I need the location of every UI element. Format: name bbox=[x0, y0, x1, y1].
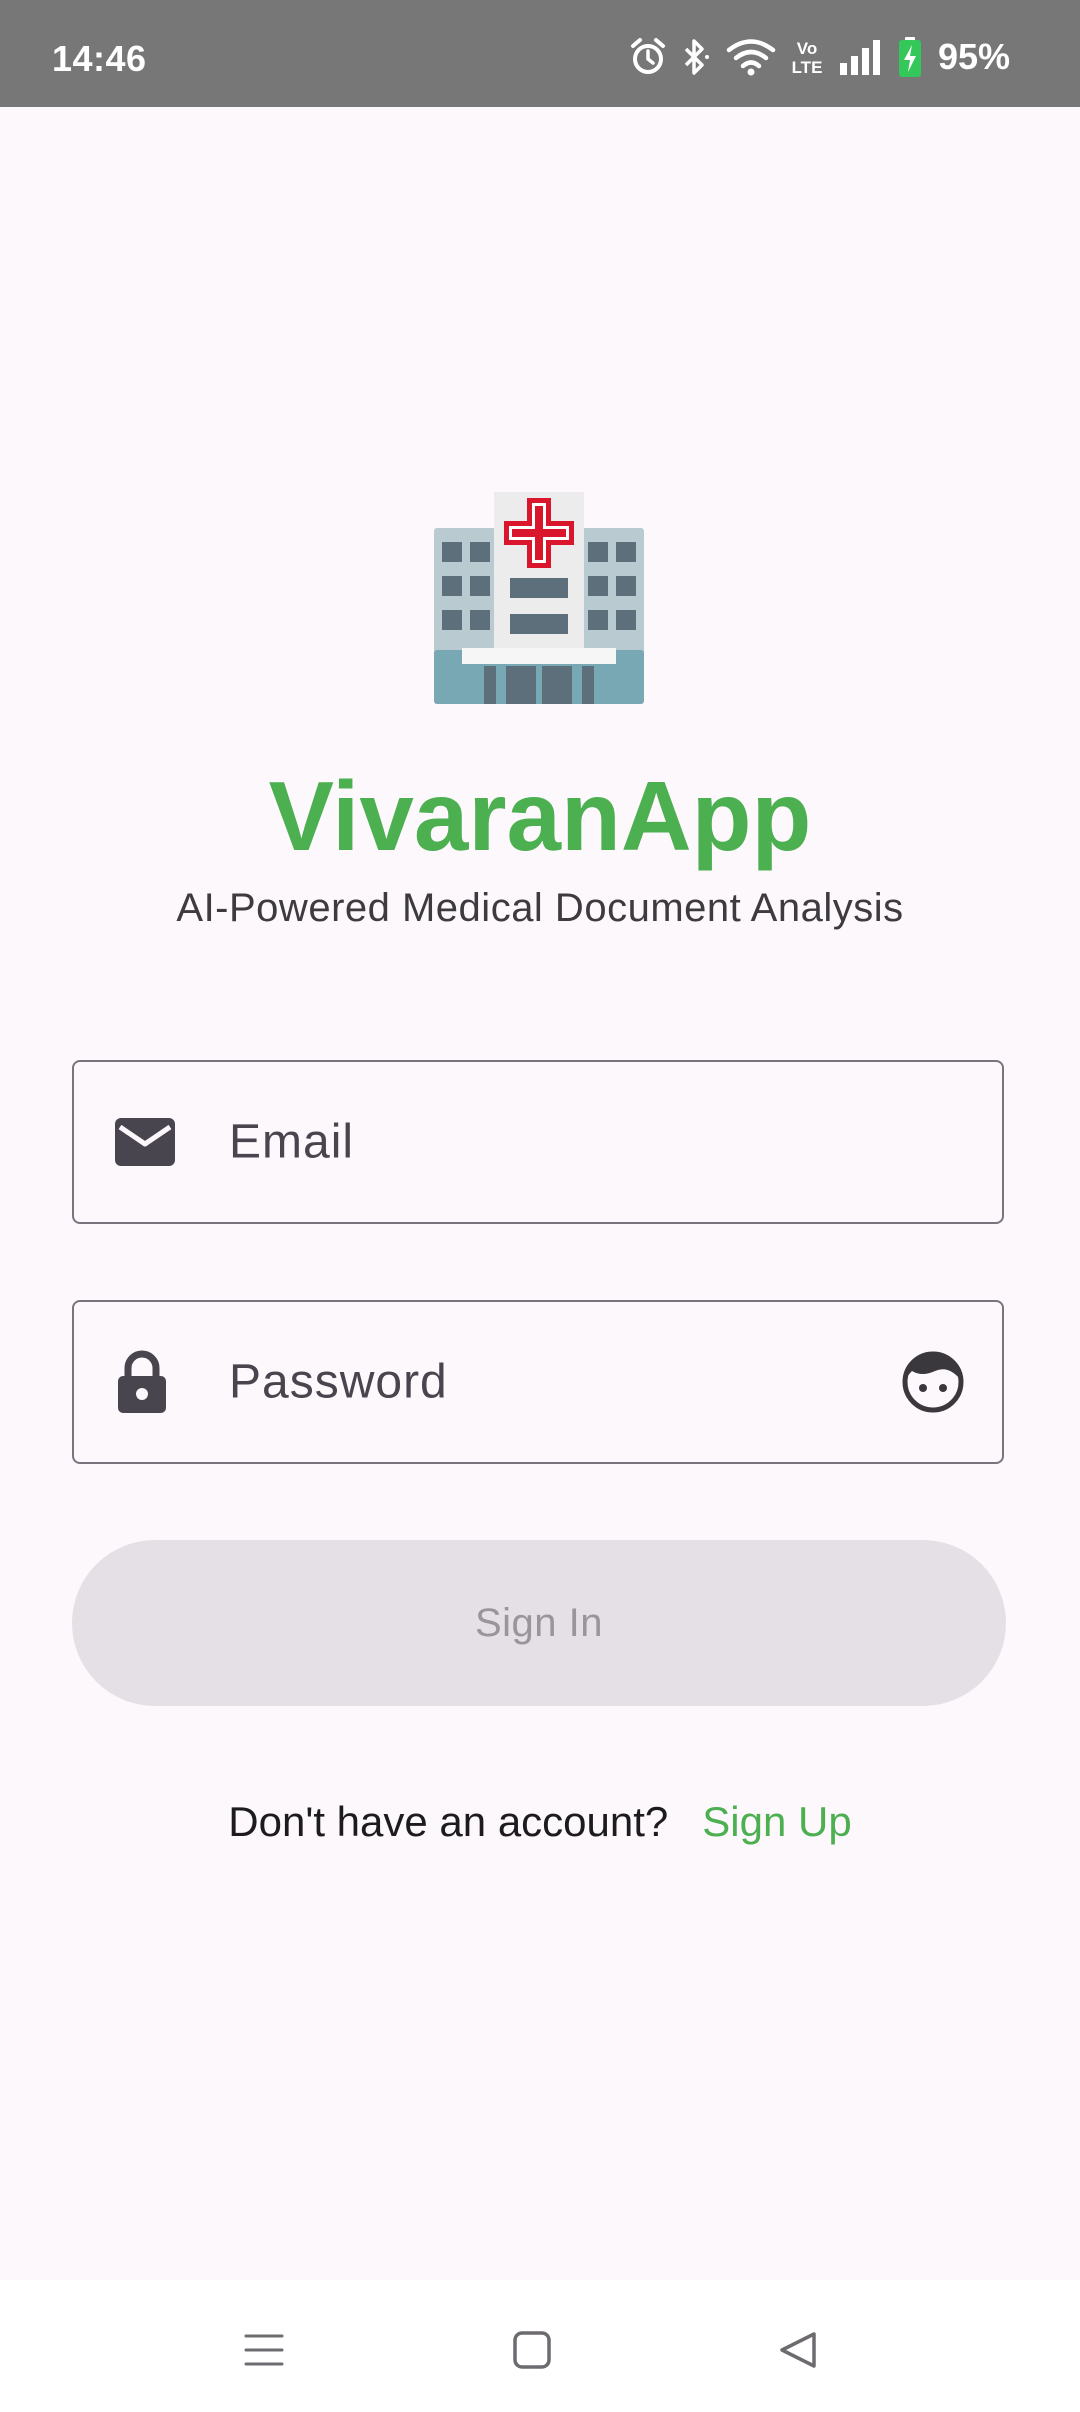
status-time: 14:46 bbox=[52, 38, 147, 79]
mail-icon bbox=[114, 1117, 176, 1167]
bluetooth-icon bbox=[680, 37, 712, 77]
sign-in-button[interactable]: Sign In bbox=[72, 1540, 1006, 1706]
back-triangle-icon[interactable] bbox=[768, 2320, 828, 2380]
status-icons: Vo LTE 95% bbox=[630, 34, 1010, 80]
status-bar: 14:46 Vo LTE 95% bbox=[0, 0, 1080, 107]
hospital-icon bbox=[432, 490, 646, 706]
wifi-icon bbox=[726, 37, 776, 77]
svg-text:LTE: LTE bbox=[792, 58, 823, 77]
email-placeholder: Email bbox=[229, 1115, 355, 1169]
app-title: VivaranApp bbox=[268, 761, 812, 871]
password-placeholder: Password bbox=[229, 1355, 448, 1409]
signal-icon bbox=[838, 37, 884, 77]
battery-charging-icon bbox=[898, 36, 922, 78]
signup-prompt: Don't have an account? bbox=[228, 1798, 669, 1845]
signup-row: Don't have an account? Sign Up bbox=[0, 1798, 1080, 1846]
lock-icon bbox=[114, 1350, 170, 1414]
email-field[interactable]: Email bbox=[72, 1060, 1004, 1224]
sign-up-link[interactable]: Sign Up bbox=[702, 1798, 851, 1845]
menu-icon[interactable] bbox=[234, 2320, 294, 2380]
svg-text:Vo: Vo bbox=[797, 39, 817, 58]
password-field[interactable]: Password bbox=[72, 1300, 1004, 1464]
volte-icon: Vo LTE bbox=[790, 37, 824, 77]
app-subtitle: AI-Powered Medical Document Analysis bbox=[176, 886, 904, 930]
home-square-icon[interactable] bbox=[502, 2320, 562, 2380]
battery-percent: 95% bbox=[937, 36, 1010, 77]
face-icon[interactable] bbox=[902, 1351, 964, 1413]
system-nav-bar bbox=[0, 2280, 1080, 2412]
alarm-icon bbox=[630, 37, 666, 77]
